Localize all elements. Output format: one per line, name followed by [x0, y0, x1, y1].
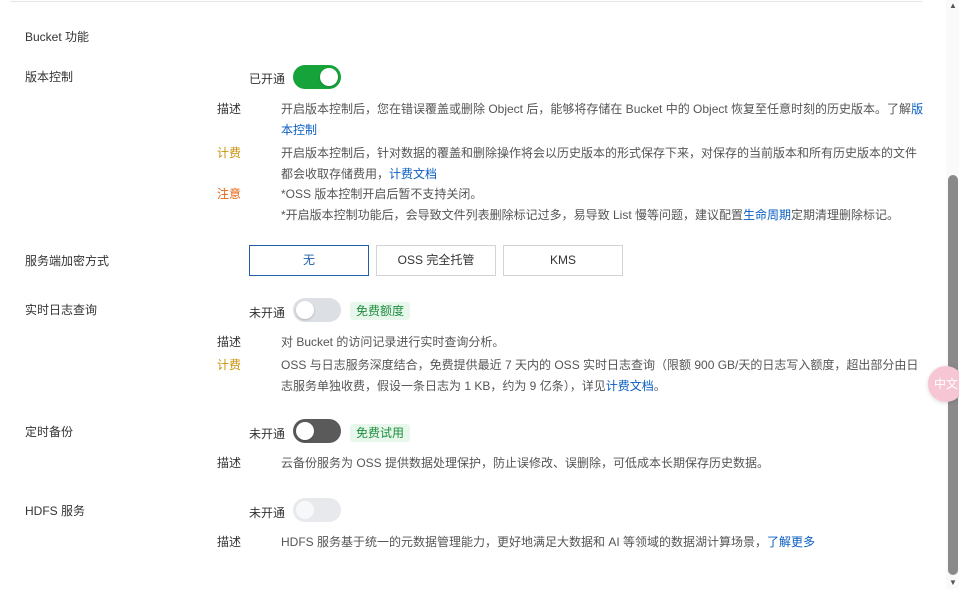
versioning-note-line2-end: 定期清理删除标记。: [791, 208, 900, 222]
fee-label: 计费: [217, 146, 242, 160]
note-label: 注意: [217, 187, 242, 201]
versioning-status: 已开通: [249, 72, 286, 86]
scheduled-backup-desc-text: 云备份服务为 OSS 提供数据处理保护，防止误修改、误删除，可低成本长期保存历史…: [281, 456, 770, 470]
realtime-log-fee-text: OSS 与日志服务深度结合，免费提供最近 7 天内的 OSS 实时日志查询（限额…: [281, 358, 919, 393]
toggle-knob: [296, 301, 314, 319]
free-trial-badge: 免费试用: [350, 424, 411, 442]
desc-label: 描述: [217, 535, 242, 549]
desc-label: 描述: [217, 102, 242, 116]
realtime-log-fee-doc-link[interactable]: 计费文档: [606, 379, 654, 393]
versioning-fee: 计费 开启版本控制后，针对数据的覆盖和删除操作将会以历史版本的形式保存下来，对保存…: [217, 143, 924, 185]
desc-label: 描述: [217, 456, 242, 470]
scheduled-backup-toggle[interactable]: [293, 419, 341, 443]
realtime-log-fee-end: 。: [653, 379, 666, 393]
hdfs-label: HDFS 服务: [25, 504, 86, 518]
hdfs-desc-text: HDFS 服务基于统一的元数据管理能力，更好地满足大数据和 AI 等领域的数据湖…: [281, 535, 768, 549]
hdfs-learn-more-link[interactable]: 了解更多: [767, 535, 815, 549]
top-divider: [10, 1, 922, 2]
encryption-option-oss[interactable]: OSS 完全托管: [376, 245, 496, 276]
realtime-log-label: 实时日志查询: [25, 303, 98, 317]
floating-translate-button[interactable]: 中文: [928, 366, 959, 402]
versioning-note: 注意 *OSS 版本控制开启后暂不支持关闭。 *开启版本控制功能后，会导致文件列表…: [217, 184, 924, 226]
free-quota-badge: 免费额度: [350, 302, 411, 320]
encryption-label: 服务端加密方式: [25, 254, 110, 268]
toggle-knob: [320, 68, 338, 86]
hdfs-status: 未开通: [249, 506, 286, 520]
desc-label: 描述: [217, 335, 242, 349]
hdfs-description: 描述 HDFS 服务基于统一的元数据管理能力，更好地满足大数据和 AI 等领域的数…: [217, 532, 924, 553]
realtime-log-toggle[interactable]: [293, 298, 341, 322]
encryption-option-kms[interactable]: KMS: [503, 245, 623, 276]
encryption-option-none[interactable]: 无: [249, 245, 369, 276]
versioning-toggle[interactable]: [293, 65, 341, 89]
lifecycle-link[interactable]: 生命周期: [743, 208, 791, 222]
scroll-up-icon[interactable]: ▲: [948, 2, 958, 10]
toggle-knob: [296, 501, 314, 519]
realtime-log-description: 描述 对 Bucket 的访问记录进行实时查询分析。: [217, 332, 924, 353]
realtime-log-fee: 计费 OSS 与日志服务深度结合，免费提供最近 7 天内的 OSS 实时日志查询（…: [217, 355, 924, 397]
versioning-fee-text: 开启版本控制后，针对数据的覆盖和删除操作将会以历史版本的形式保存下来，对保存的当…: [281, 146, 918, 181]
scheduled-backup-label: 定时备份: [25, 425, 74, 439]
scroll-down-icon[interactable]: ▼: [948, 579, 958, 587]
realtime-log-status: 未开通: [249, 306, 286, 320]
versioning-description: 描述 开启版本控制后，您在错误覆盖或删除 Object 后，能够将存储在 Buck…: [217, 99, 924, 141]
versioning-label: 版本控制: [25, 70, 74, 84]
scheduled-backup-description: 描述 云备份服务为 OSS 提供数据处理保护，防止误修改、误删除，可低成本长期保存…: [217, 453, 924, 474]
section-title: Bucket 功能: [25, 30, 90, 44]
versioning-note-line2: *开启版本控制功能后，会导致文件列表删除标记过多，易导致 List 慢等问题，建…: [281, 208, 744, 222]
versioning-note-line1: *OSS 版本控制开启后暂不支持关闭。: [281, 187, 483, 201]
scheduled-backup-status: 未开通: [249, 427, 286, 441]
realtime-log-desc-text: 对 Bucket 的访问记录进行实时查询分析。: [281, 335, 505, 349]
toggle-knob: [296, 422, 314, 440]
fee-label: 计费: [217, 358, 242, 372]
hdfs-toggle[interactable]: [293, 498, 341, 522]
versioning-fee-doc-link[interactable]: 计费文档: [389, 167, 437, 181]
versioning-desc-text: 开启版本控制后，您在错误覆盖或删除 Object 后，能够将存储在 Bucket…: [281, 102, 912, 116]
